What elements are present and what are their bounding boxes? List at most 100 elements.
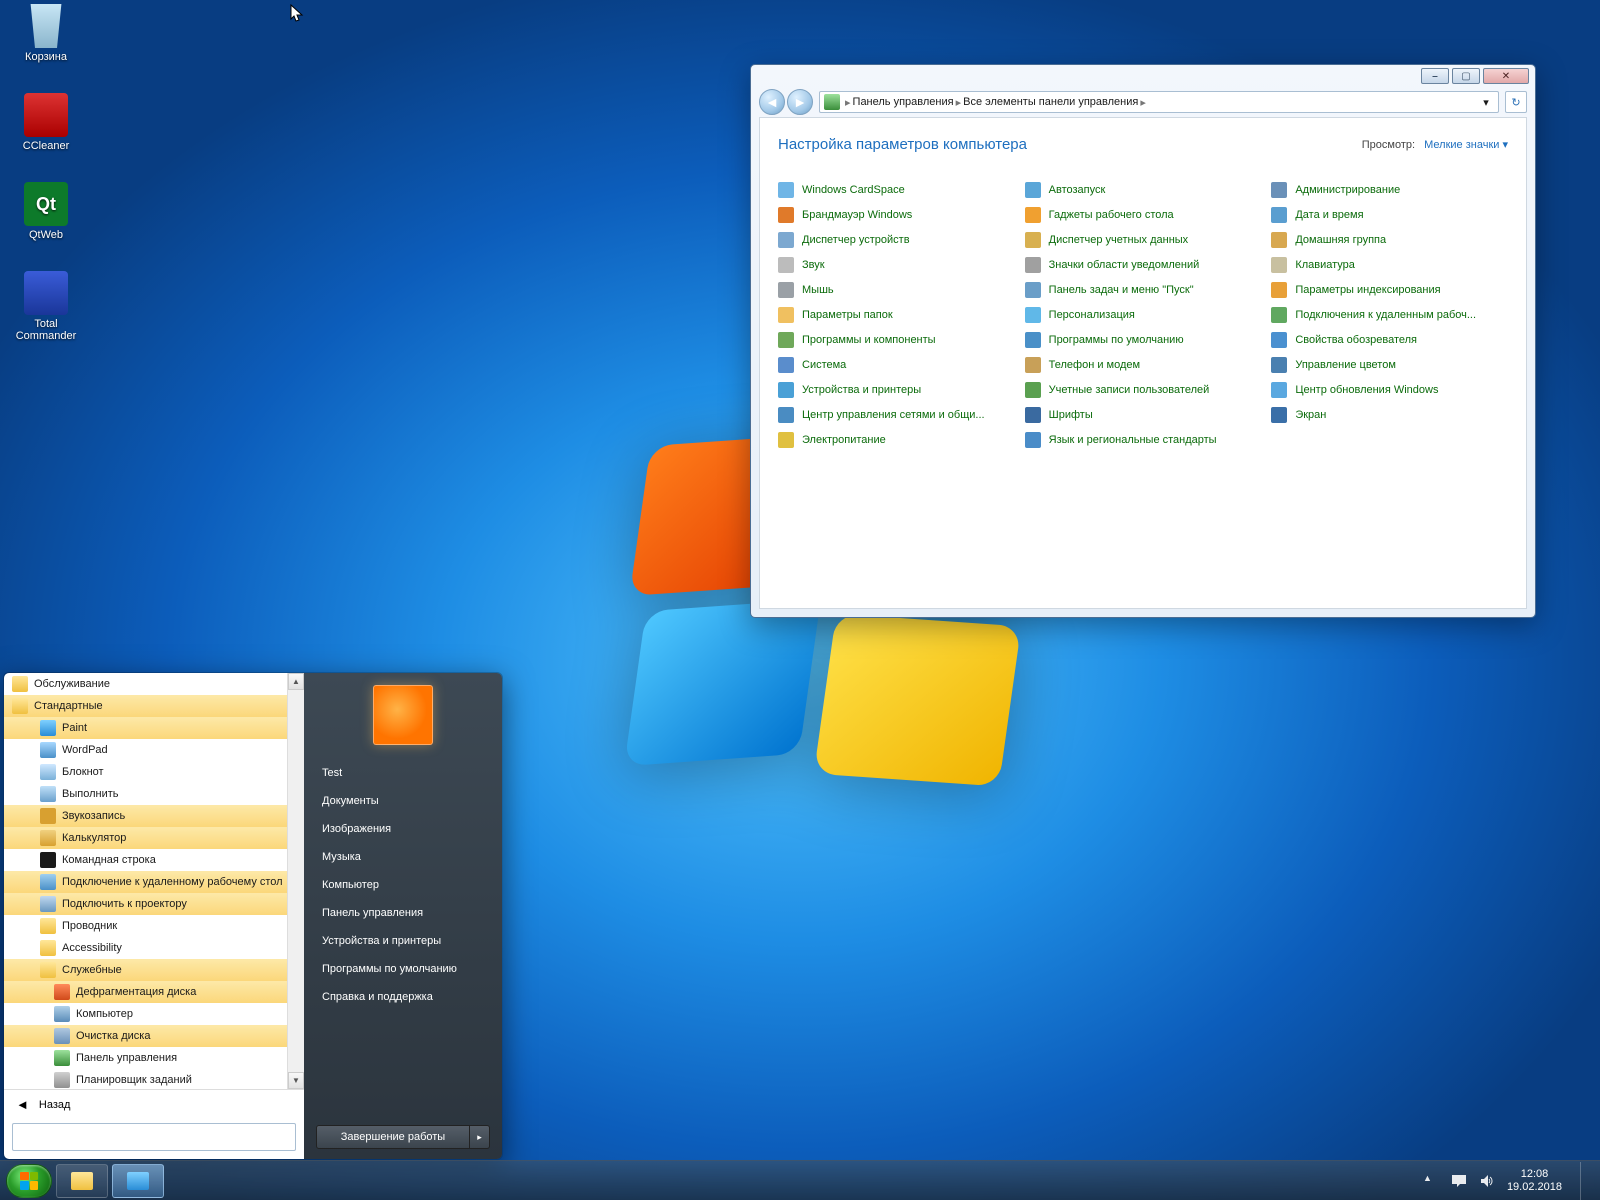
start-menu-item[interactable]: Accessibility [4, 937, 304, 959]
cp-item[interactable]: Параметры папок [778, 302, 1015, 327]
cp-item[interactable]: Учетные записи пользователей [1025, 377, 1262, 402]
shutdown-button[interactable]: Завершение работы [316, 1125, 470, 1149]
show-hidden-icon[interactable]: ▲ [1423, 1173, 1439, 1189]
start-menu-item[interactable]: Очистка диска [4, 1025, 304, 1047]
start-menu-item[interactable]: Выполнить [4, 783, 304, 805]
cp-item[interactable]: Электропитание [778, 427, 1015, 452]
refresh-button[interactable]: ↻ [1505, 91, 1527, 113]
scrollbar[interactable]: ▲ ▼ [287, 673, 304, 1089]
cp-item[interactable]: Программы по умолчанию [1025, 327, 1262, 352]
cp-item[interactable]: Windows CardSpace [778, 177, 1015, 202]
cp-item[interactable]: Экран [1271, 402, 1508, 427]
nav-forward-button[interactable]: ► [787, 89, 813, 115]
cp-item[interactable]: Брандмауэр Windows [778, 202, 1015, 227]
cp-item[interactable]: Звук [778, 252, 1015, 277]
clean-icon [54, 1028, 70, 1044]
shutdown-options-button[interactable]: ▸ [470, 1125, 490, 1149]
close-button[interactable]: ✕ [1483, 68, 1529, 84]
desktop-icon-cc[interactable]: CCleaner [6, 93, 86, 152]
cp-item[interactable]: Мышь [778, 277, 1015, 302]
cp-item[interactable]: Значки области уведомлений [1025, 252, 1262, 277]
action-center-icon[interactable] [1451, 1173, 1467, 1189]
scroll-up-button[interactable]: ▲ [288, 673, 304, 690]
cp-item-icon [1271, 257, 1287, 273]
start-menu-item[interactable]: Стандартные [4, 695, 304, 717]
show-desktop-button[interactable] [1580, 1162, 1590, 1200]
start-menu-item[interactable]: Подключить к проектору [4, 893, 304, 915]
cp-item[interactable]: Дата и время [1271, 202, 1508, 227]
search-input[interactable] [12, 1123, 296, 1151]
start-menu-item[interactable]: WordPad [4, 739, 304, 761]
start-menu-item[interactable]: Обслуживание [4, 673, 304, 695]
cp-item[interactable]: Администрирование [1271, 177, 1508, 202]
start-menu-item[interactable]: Подключение к удаленному рабочему стол [4, 871, 304, 893]
start-menu-item[interactable]: Командная строка [4, 849, 304, 871]
cp-item[interactable]: Язык и региональные стандарты [1025, 427, 1262, 452]
cp-item[interactable]: Центр управления сетями и общи... [778, 402, 1015, 427]
cp-item[interactable]: Управление цветом [1271, 352, 1508, 377]
cp-item[interactable]: Шрифты [1025, 402, 1262, 427]
cp-item[interactable]: Подключения к удаленным рабоч... [1271, 302, 1508, 327]
start-menu-item[interactable]: Проводник [4, 915, 304, 937]
start-menu-right-item[interactable]: Компьютер [304, 871, 502, 899]
cp-item-icon [1025, 332, 1041, 348]
start-menu-right-item[interactable]: Музыка [304, 843, 502, 871]
back-button[interactable]: ◄ Назад [4, 1089, 304, 1119]
start-menu-right-item[interactable]: Программы по умолчанию [304, 955, 502, 983]
start-menu-item[interactable]: Компьютер [4, 1003, 304, 1025]
scroll-down-button[interactable]: ▼ [288, 1072, 304, 1089]
volume-icon[interactable] [1479, 1173, 1495, 1189]
user-avatar[interactable] [373, 685, 433, 745]
breadcrumb-bar[interactable]: ▸ Панель управления ▸ Все элементы панел… [819, 91, 1499, 113]
start-menu-right-item[interactable]: Изображения [304, 815, 502, 843]
cp-item[interactable]: Домашняя группа [1271, 227, 1508, 252]
cp-item[interactable]: Программы и компоненты [778, 327, 1015, 352]
start-menu-item[interactable]: Звукозапись [4, 805, 304, 827]
desktop-icon-bin[interactable]: Корзина [6, 4, 86, 63]
start-menu-right-item[interactable]: Устройства и принтеры [304, 927, 502, 955]
start-menu-right-item[interactable]: Панель управления [304, 899, 502, 927]
computer-icon [54, 1006, 70, 1022]
maximize-button[interactable]: ▢ [1452, 68, 1480, 84]
breadcrumb-1[interactable]: Панель управления [853, 96, 954, 108]
nav-back-button[interactable]: ◄ [759, 89, 785, 115]
cp-item[interactable]: Клавиатура [1271, 252, 1508, 277]
rdp-icon [40, 874, 56, 890]
cp-item[interactable]: Автозапуск [1025, 177, 1262, 202]
cp-item[interactable]: Гаджеты рабочего стола [1025, 202, 1262, 227]
minimize-button[interactable]: ⎯ [1421, 68, 1449, 84]
cp-item[interactable]: Диспетчер устройств [778, 227, 1015, 252]
start-menu-item[interactable]: Paint [4, 717, 304, 739]
taskbar-explorer-button[interactable] [56, 1164, 108, 1198]
start-menu-item[interactable]: Планировщик заданий [4, 1069, 304, 1089]
cp-item-icon [1025, 382, 1041, 398]
breadcrumb-dropdown[interactable]: ▾ [1478, 96, 1494, 109]
cp-item[interactable]: Устройства и принтеры [778, 377, 1015, 402]
cp-item[interactable]: Диспетчер учетных данных [1025, 227, 1262, 252]
start-menu-right-item[interactable]: Документы [304, 787, 502, 815]
start-menu-item[interactable]: Служебные [4, 959, 304, 981]
start-menu-item[interactable]: Калькулятор [4, 827, 304, 849]
start-menu-item[interactable]: Панель управления [4, 1047, 304, 1069]
control-panel-icon [824, 94, 840, 110]
start-menu-right-item[interactable]: Справка и поддержка [304, 983, 502, 1011]
cp-item[interactable]: Система [778, 352, 1015, 377]
breadcrumb-2[interactable]: Все элементы панели управления [963, 96, 1138, 108]
cp-item[interactable]: Свойства обозревателя [1271, 327, 1508, 352]
cp-item[interactable]: Параметры индексирования [1271, 277, 1508, 302]
cp-item[interactable]: Панель задач и меню "Пуск" [1025, 277, 1262, 302]
desktop-icon-tc[interactable]: Total Commander [6, 271, 86, 342]
start-menu-right-item[interactable]: Test [304, 759, 502, 787]
cp-item-icon [1271, 307, 1287, 323]
cp-item[interactable]: Персонализация [1025, 302, 1262, 327]
cp-item-icon [778, 257, 794, 273]
cp-item[interactable]: Телефон и модем [1025, 352, 1262, 377]
start-button[interactable] [6, 1164, 52, 1198]
taskbar-control-panel-button[interactable] [112, 1164, 164, 1198]
start-menu-item[interactable]: Блокнот [4, 761, 304, 783]
start-menu-item[interactable]: Дефрагментация диска [4, 981, 304, 1003]
desktop-icon-qt[interactable]: QtQtWeb [6, 182, 86, 241]
clock[interactable]: 12:08 19.02.2018 [1507, 1168, 1562, 1194]
view-selector[interactable]: Просмотр: Мелкие значки ▾ [1362, 138, 1508, 151]
cp-item[interactable]: Центр обновления Windows [1271, 377, 1508, 402]
